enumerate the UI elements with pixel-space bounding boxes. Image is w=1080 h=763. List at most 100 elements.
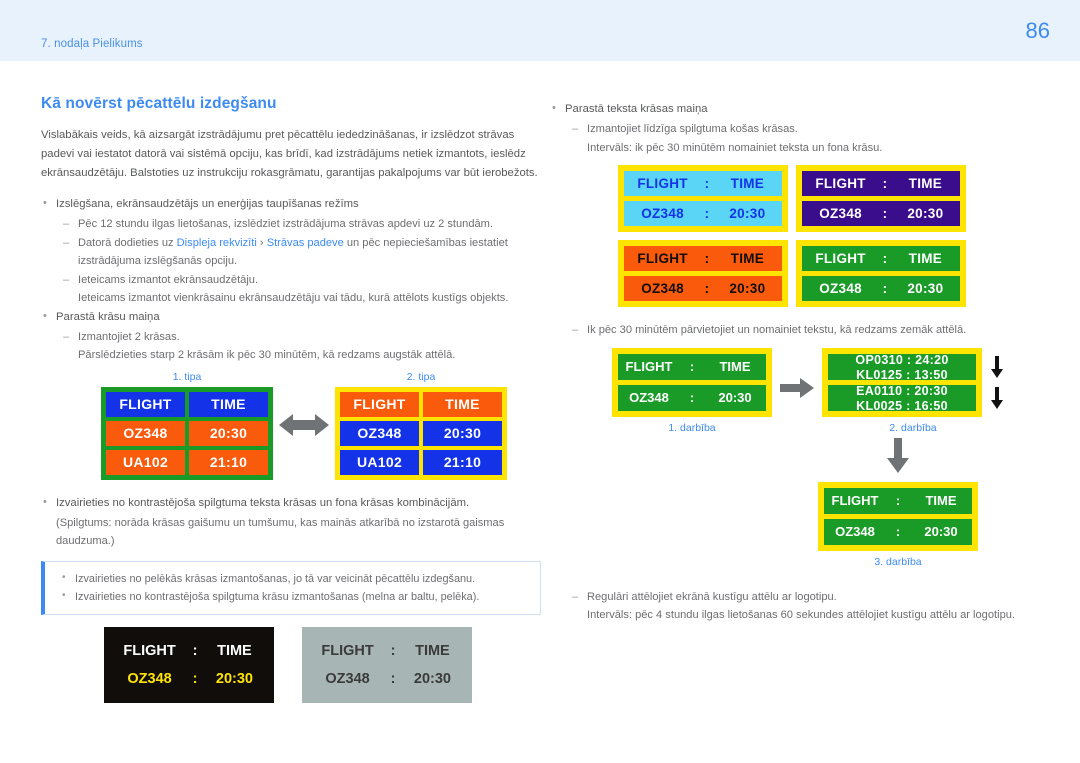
board-cell: TIME: [719, 359, 751, 374]
board-cell: FLIGHT: [815, 176, 866, 191]
color-board-cyan: FLIGHT: TIME OZ348: 20:30: [618, 165, 788, 232]
board-cell: 20:30: [729, 206, 766, 221]
list-item: Izvairieties no pelēkās krāsas izmantoša…: [59, 569, 530, 588]
sub2-pre: Datorā dodieties uz: [78, 236, 177, 249]
board-scrolling-row: EA0110 : 20:30 KL0025 : 16:50: [828, 384, 976, 411]
board-cell: 20:30: [907, 206, 944, 221]
board-cell: TIME: [908, 176, 943, 191]
left-column: Kā novērst pēcattēlu izdegšanu Vislabāka…: [41, 95, 541, 703]
board-cell: OZ348: [641, 206, 684, 221]
board-line: OZ348:20:30: [802, 276, 960, 301]
step1-board: FLIGHT: TIME OZ348: 20:30: [612, 347, 772, 417]
step-2: OP0310 : 24:20 KL0125 : 13:50 EA0110 : 20:…: [822, 347, 1004, 434]
type1-board: FLIGHT TIME OZ348 20:30 UA102 21:10: [101, 386, 273, 480]
board-cell: :: [704, 206, 710, 221]
board-cell: OZ348: [106, 420, 185, 446]
list-item: Ik pēc 30 minūtēm pārvietojiet un nomain…: [550, 321, 1050, 340]
board-cell: :: [882, 251, 888, 266]
board-cell: TIME: [908, 251, 943, 266]
list-item: Izvairieties no kontrastējoša spilgtuma …: [59, 587, 530, 606]
board-cell: OZ348: [835, 524, 875, 539]
board-cell: TIME: [415, 642, 450, 659]
step3-caption: 3. darbība: [874, 555, 922, 568]
board-cell: :: [704, 281, 710, 296]
chapter-label: 7. nodaļa Pielikums: [41, 38, 143, 50]
type1-block: 1. tipa FLIGHT TIME OZ348 20:30 UA102 21:10: [101, 371, 273, 480]
board-cell: FLIGHT: [123, 642, 176, 659]
board-cell: FLIGHT: [831, 493, 879, 508]
board-cell: 20:30: [423, 420, 502, 446]
steps-row: FLIGHT: TIME OZ348: 20:30 1. darbība OP0310…: [612, 347, 1050, 434]
note-box: Izvairieties no pelēkās krāsas izmantoša…: [41, 560, 541, 615]
board-cell: 21:10: [189, 449, 268, 475]
type-boards-figure: 1. tipa FLIGHT TIME OZ348 20:30 UA102 21:10 2…: [101, 371, 541, 480]
right-column: Parastā teksta krāsas maiņa Izmantojiet …: [550, 99, 1050, 625]
board-cell: 20:30: [215, 670, 253, 687]
board-cell: FLIGHT: [106, 391, 185, 417]
board-cell: :: [689, 390, 695, 405]
board-line: OZ348:20:30: [310, 665, 464, 693]
step-3: FLIGHT: TIME OZ348: 20:30 3. darbība: [746, 437, 1050, 568]
board-cell: OZ348: [641, 281, 684, 296]
double-arrow-icon: [273, 412, 335, 438]
link-display-properties[interactable]: Displeja rekvizīti: [177, 237, 257, 249]
board-line: FLIGHT: TIME: [624, 171, 782, 196]
board-cell: 20:30: [718, 390, 752, 405]
board-cell: :: [895, 493, 901, 508]
list-item: Izvairieties no kontrastējoša spilgtuma …: [41, 493, 541, 513]
board-cell: FLIGHT: [637, 176, 688, 191]
link-power-supply[interactable]: Strāvas padeve: [267, 237, 344, 249]
board-cell: :: [882, 206, 888, 221]
board-cell: OZ348: [325, 670, 370, 687]
page-number: 86: [1025, 18, 1050, 43]
board-cell: FLIGHT: [637, 251, 688, 266]
header-band: [0, 0, 1080, 61]
board-line: OZ348: 20:30: [618, 384, 766, 411]
step3-board: FLIGHT: TIME OZ348: 20:30: [818, 481, 978, 551]
board-line: OZ348: 20:30: [624, 276, 782, 301]
board-cell: TIME: [730, 251, 765, 266]
type2-caption: 2. tipa: [406, 370, 436, 383]
contrast-board: FLIGHT: TIME OZ348:20:30: [302, 626, 472, 703]
board-cell: :: [704, 176, 710, 191]
board-line: FLIGHT: TIME: [618, 353, 766, 380]
board-cell: UA102: [340, 449, 419, 475]
board-cell: OZ348: [340, 420, 419, 446]
board-line: FLIGHT: TIME: [310, 637, 464, 665]
steps-figure: FLIGHT: TIME OZ348: 20:30 1. darbība OP0310…: [550, 347, 1050, 568]
board-cell: :: [882, 281, 888, 296]
board-cell: 20:30: [907, 281, 944, 296]
board-cell: OZ348: [819, 206, 862, 221]
list-item: Pēc 12 stundu ilgas lietošanas, izslēdzi…: [41, 215, 541, 234]
step1-caption: 1. darbība: [668, 421, 716, 434]
board-cell: TIME: [423, 391, 502, 417]
link-separator: ›: [256, 236, 267, 249]
board-line: OZ348:20:30: [112, 665, 266, 693]
board-cell: 20:30: [729, 281, 766, 296]
move-text-list: Ik pēc 30 minūtēm pārvietojiet un nomain…: [550, 321, 1050, 340]
board-cell: :: [689, 359, 695, 374]
board-cell: FLIGHT: [625, 359, 673, 374]
list-item: Parastā krāsu maiņa: [41, 307, 541, 327]
board-cell: :: [192, 642, 198, 659]
board-cell: :: [390, 642, 396, 659]
list-item: Izmantojiet 2 krāsas.: [41, 328, 541, 347]
contrast-boards-figure: FLIGHT: TIME OZ348:20:30 FLIGHT: TIME OZ348:2…: [104, 626, 541, 703]
step2-caption: 2. darbība: [889, 421, 937, 434]
color-board-purple: FLIGHT: TIME OZ348: 20:30: [796, 165, 966, 232]
board-cell: :: [895, 524, 901, 539]
board-cell: :: [704, 251, 710, 266]
intro-paragraph: Vislabākais veids, kā aizsargāt izstrādā…: [41, 129, 538, 179]
board-cell: OP0310 : 24:20: [855, 353, 949, 367]
list-item-continuation: daudzuma.): [56, 535, 115, 547]
list-item-continuation: (Spilgtums: norāda krāsas gaišumu un tum…: [56, 516, 505, 529]
contrast-board: FLIGHT: TIME OZ348:20:30: [104, 626, 274, 703]
logo-animation-list: Regulāri attēlojiet ekrānā kustīgu attēl…: [550, 588, 1050, 625]
step2-arrows: [990, 356, 1004, 414]
board-cell: FLIGHT: [815, 251, 866, 266]
type2-block: 2. tipa FLIGHT TIME OZ348 20:30 UA102 21:10: [335, 371, 507, 480]
list-item: Regulāri attēlojiet ekrānā kustīgu attēl…: [550, 588, 1050, 607]
board-cell: OZ348: [629, 390, 669, 405]
arrow-down-thick-icon: [886, 437, 910, 479]
type1-caption: 1. tipa: [172, 370, 202, 383]
